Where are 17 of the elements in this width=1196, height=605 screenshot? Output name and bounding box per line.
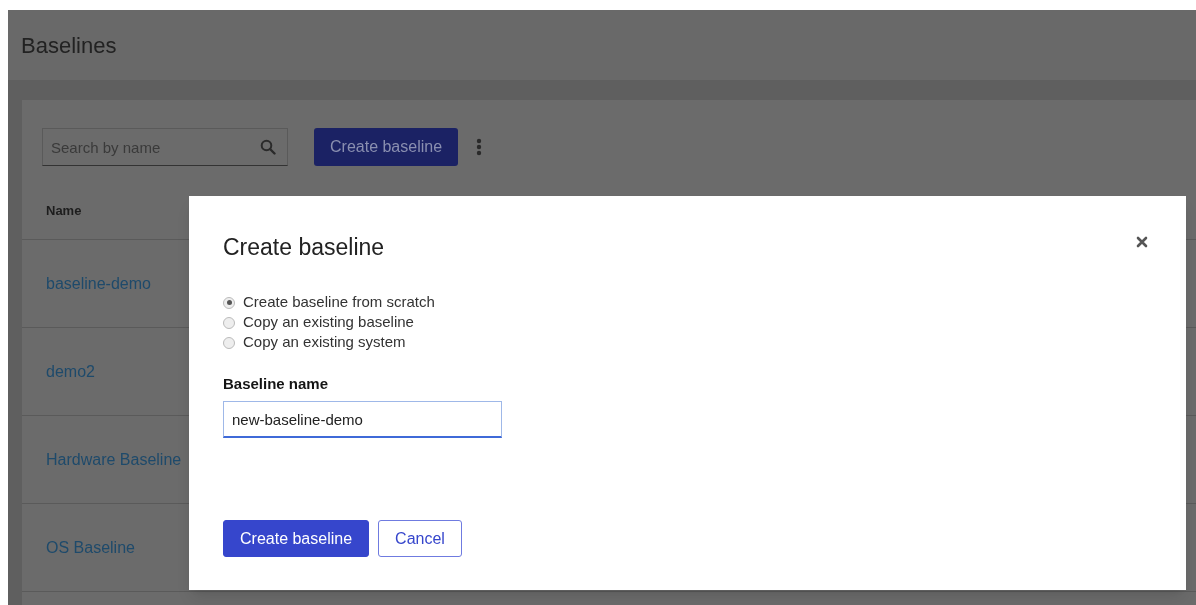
baseline-name-field[interactable]: new-baseline-demo [223, 401, 502, 438]
radio-label: Copy an existing system [243, 332, 406, 353]
kebab-menu-icon[interactable] [476, 138, 483, 156]
dialog-title: Create baseline [223, 233, 385, 262]
field-label: Baseline name [223, 373, 330, 394]
search-icon [260, 139, 276, 155]
radio-button[interactable] [223, 296, 235, 309]
create-baseline-button[interactable]: Create baseline [314, 128, 459, 166]
radio-label: Create baseline from scratch [243, 292, 435, 313]
page-title: Baselines [21, 31, 117, 60]
radio-button[interactable] [223, 336, 235, 349]
column-header: Name [46, 201, 82, 220]
close-icon[interactable] [1136, 236, 1148, 248]
cancel-button[interactable]: Cancel [378, 520, 462, 557]
radio-label: Copy an existing baseline [243, 312, 414, 333]
create-button[interactable]: Create baseline [223, 520, 370, 557]
radio-button[interactable] [223, 316, 235, 329]
